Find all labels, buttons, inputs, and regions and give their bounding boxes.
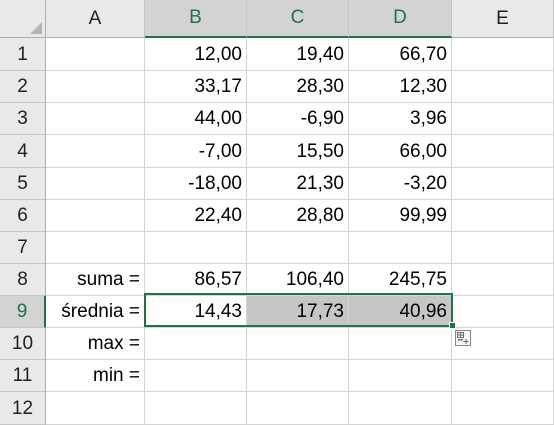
cell-a1[interactable] — [46, 38, 145, 71]
cell-d2[interactable]: 12,30 — [349, 71, 452, 103]
cell-d5[interactable]: -3,20 — [349, 168, 452, 200]
cell-b5[interactable]: -18,00 — [145, 168, 247, 200]
cell-c2[interactable]: 28,30 — [247, 71, 349, 103]
cell-d8[interactable]: 245,75 — [349, 264, 452, 296]
cell-e11[interactable] — [452, 360, 554, 392]
cell-d9[interactable]: 40,96 — [349, 296, 452, 328]
row-header-12[interactable]: 12 — [0, 392, 46, 425]
cell-e1[interactable] — [452, 38, 554, 71]
cell-a10[interactable]: max = — [46, 328, 145, 360]
cell-a2[interactable] — [46, 71, 145, 103]
select-all-triangle-icon — [30, 22, 42, 34]
column-header-d[interactable]: D — [349, 0, 452, 38]
select-all-corner[interactable] — [0, 0, 46, 38]
cell-a5[interactable] — [46, 168, 145, 200]
column-header-c[interactable]: C — [247, 0, 349, 38]
cell-c3[interactable]: -6,90 — [247, 103, 349, 135]
cell-d12[interactable] — [349, 392, 452, 425]
fill-handle-icon[interactable] — [449, 322, 456, 329]
cell-e3[interactable] — [452, 103, 554, 135]
cell-d3[interactable]: 3,96 — [349, 103, 452, 135]
row-header-3[interactable]: 3 — [0, 103, 46, 135]
cell-a4[interactable] — [46, 135, 145, 168]
cell-b6[interactable]: 22,40 — [145, 200, 247, 232]
cell-e4[interactable] — [452, 135, 554, 168]
cell-a3[interactable] — [46, 103, 145, 135]
row-header-8[interactable]: 8 — [0, 264, 46, 296]
cell-d10[interactable] — [349, 328, 452, 360]
row-header-5[interactable]: 5 — [0, 168, 46, 200]
cell-b8[interactable]: 86,57 — [145, 264, 247, 296]
row-header-7[interactable]: 7 — [0, 232, 46, 264]
cell-d6[interactable]: 99,99 — [349, 200, 452, 232]
cell-b10[interactable] — [145, 328, 247, 360]
cell-c4[interactable]: 15,50 — [247, 135, 349, 168]
cell-a12[interactable] — [46, 392, 145, 425]
cell-e8[interactable] — [452, 264, 554, 296]
row-header-9[interactable]: 9 — [0, 296, 46, 328]
cell-b7[interactable] — [145, 232, 247, 264]
cell-e6[interactable] — [452, 200, 554, 232]
row-header-2[interactable]: 2 — [0, 71, 46, 103]
cell-e9[interactable] — [452, 296, 554, 328]
cell-a11[interactable]: min = — [46, 360, 145, 392]
cell-e2[interactable] — [452, 71, 554, 103]
cell-d11[interactable] — [349, 360, 452, 392]
column-header-e[interactable]: E — [452, 0, 554, 38]
cell-b9[interactable]: 14,43 — [145, 296, 247, 328]
cell-d1[interactable]: 66,70 — [349, 38, 452, 71]
cell-c1[interactable]: 19,40 — [247, 38, 349, 71]
row-header-10[interactable]: 10 — [0, 328, 46, 360]
cell-c7[interactable] — [247, 232, 349, 264]
cell-b12[interactable] — [145, 392, 247, 425]
row-header-6[interactable]: 6 — [0, 200, 46, 232]
cell-d4[interactable]: 66,00 — [349, 135, 452, 168]
cell-c5[interactable]: 21,30 — [247, 168, 349, 200]
cell-c12[interactable] — [247, 392, 349, 425]
spreadsheet-grid: A B C D E 1 12,00 19,40 66,70 2 33,17 28… — [0, 0, 554, 425]
cell-c6[interactable]: 28,80 — [247, 200, 349, 232]
row-header-4[interactable]: 4 — [0, 135, 46, 168]
cell-b1[interactable]: 12,00 — [145, 38, 247, 71]
cell-e12[interactable] — [452, 392, 554, 425]
row-header-11[interactable]: 11 — [0, 360, 46, 392]
quick-analysis-icon — [457, 332, 469, 344]
cell-b3[interactable]: 44,00 — [145, 103, 247, 135]
cell-d7[interactable] — [349, 232, 452, 264]
cell-b4[interactable]: -7,00 — [145, 135, 247, 168]
cell-e5[interactable] — [452, 168, 554, 200]
cell-a8[interactable]: suma = — [46, 264, 145, 296]
cell-a9[interactable]: średnia = — [46, 296, 145, 328]
cell-b2[interactable]: 33,17 — [145, 71, 247, 103]
cell-c8[interactable]: 106,40 — [247, 264, 349, 296]
quick-analysis-button[interactable] — [455, 330, 471, 346]
cell-b11[interactable] — [145, 360, 247, 392]
column-header-a[interactable]: A — [46, 0, 145, 38]
column-header-b[interactable]: B — [145, 0, 247, 38]
cell-c10[interactable] — [247, 328, 349, 360]
cell-c11[interactable] — [247, 360, 349, 392]
cell-c9[interactable]: 17,73 — [247, 296, 349, 328]
cell-a7[interactable] — [46, 232, 145, 264]
cell-e7[interactable] — [452, 232, 554, 264]
row-header-1[interactable]: 1 — [0, 38, 46, 71]
cell-a6[interactable] — [46, 200, 145, 232]
